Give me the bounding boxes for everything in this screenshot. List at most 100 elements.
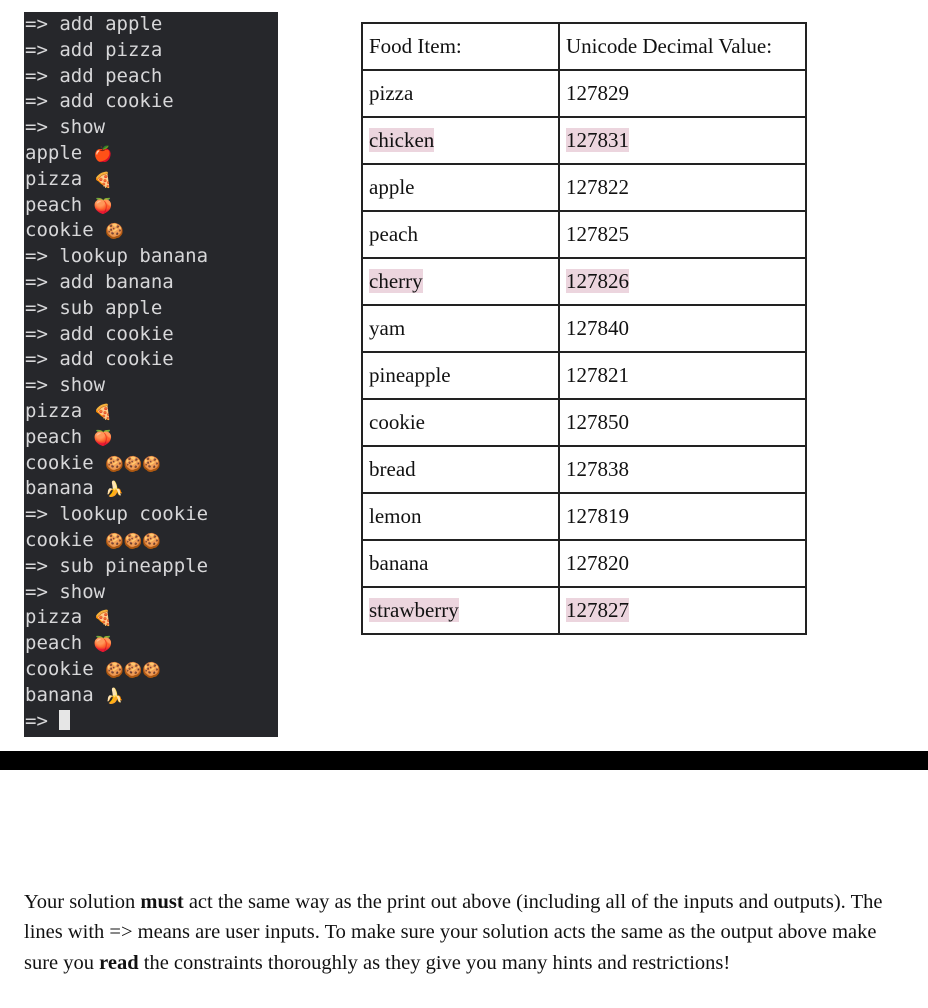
terminal-line: => add banana xyxy=(25,270,278,296)
table-row: cookie 127850 xyxy=(361,398,807,447)
terminal-line: banana 🍌 xyxy=(25,683,278,709)
unicode-value-cell: 127840 xyxy=(558,304,807,353)
terminal-line-text: banana xyxy=(25,477,106,500)
unicode-value-cell: 127829 xyxy=(558,69,807,118)
text-cursor xyxy=(59,709,71,730)
food-emoji-icon: 🍪🍪🍪 xyxy=(105,454,162,473)
terminal-line: => add peach xyxy=(25,64,278,90)
unicode-value: 127825 xyxy=(566,222,629,246)
food-item-cell: peach xyxy=(361,210,560,259)
unicode-value-cell: 127820 xyxy=(558,539,807,588)
food-unicode-table: Food Item: Unicode Decimal Value: pizza 1… xyxy=(361,22,807,635)
terminal-line: => show xyxy=(25,373,278,399)
food-item-name: cherry xyxy=(369,269,423,293)
terminal-line-text: cookie xyxy=(25,451,106,474)
unicode-value: 127838 xyxy=(566,457,629,481)
unicode-value: 127822 xyxy=(566,175,629,199)
terminal-line: => sub apple xyxy=(25,296,278,322)
header-food-item: Food Item: xyxy=(361,22,560,71)
terminal-line: => show xyxy=(25,580,278,606)
table-row: lemon 127819 xyxy=(361,492,807,541)
terminal-line-text: => add cookie xyxy=(25,322,174,345)
terminal-line-text: apple xyxy=(25,141,94,164)
terminal-line: => sub pineapple xyxy=(25,554,278,580)
food-item-cell: lemon xyxy=(361,492,560,541)
terminal-line-text: banana xyxy=(25,683,106,706)
unicode-value: 127850 xyxy=(566,410,629,434)
terminal-line: pizza 🍕 xyxy=(25,605,278,631)
food-emoji-icon: 🍕 xyxy=(93,170,113,189)
terminal-line: peach 🍑 xyxy=(25,425,278,451)
terminal-line: pizza 🍕 xyxy=(25,399,278,425)
unicode-value: 127829 xyxy=(566,81,629,105)
table-row: pineapple 127821 xyxy=(361,351,807,400)
terminal-line: => add cookie xyxy=(25,89,278,115)
terminal-line: peach 🍑 xyxy=(25,193,278,219)
food-item-cell: chicken xyxy=(361,116,560,165)
terminal-line-text: pizza xyxy=(25,399,94,422)
terminal-line: cookie 🍪 xyxy=(25,218,278,244)
unicode-value-cell: 127822 xyxy=(558,163,807,212)
terminal-line-text: => add cookie xyxy=(25,90,174,113)
terminal-line: apple 🍎 xyxy=(25,141,278,167)
food-item-name: cookie xyxy=(369,410,425,434)
terminal-line-text: => add banana xyxy=(25,270,174,293)
table-row: peach 127825 xyxy=(361,210,807,259)
terminal-line-text: => show xyxy=(25,580,106,603)
food-item-cell: cherry xyxy=(361,257,560,306)
terminal-line-text: => sub pineapple xyxy=(25,554,209,577)
table-header-row: Food Item: Unicode Decimal Value: xyxy=(361,22,807,71)
table-row: yam 127840 xyxy=(361,304,807,353)
instructions-paragraph: Your solution must act the same way as t… xyxy=(24,887,914,979)
food-emoji-icon: 🍕 xyxy=(93,402,113,421)
emphasis-read: read xyxy=(99,951,139,974)
unicode-value-cell: 127838 xyxy=(558,445,807,494)
terminal-line: pizza 🍕 xyxy=(25,167,278,193)
terminal-line-text: cookie xyxy=(25,528,106,551)
section-divider xyxy=(0,751,928,770)
food-emoji-icon: 🍪 xyxy=(105,222,124,241)
terminal-line: peach 🍑 xyxy=(25,631,278,657)
terminal-line-text: peach xyxy=(25,193,94,216)
unicode-value-cell: 127821 xyxy=(558,351,807,400)
terminal-line: => add cookie xyxy=(25,322,278,348)
prompt: => xyxy=(25,709,60,732)
food-item-name: strawberry xyxy=(369,598,459,622)
text-run: the constraints thoroughly as they give … xyxy=(138,951,731,974)
table-row: bread 127838 xyxy=(361,445,807,494)
unicode-value: 127821 xyxy=(566,363,629,387)
unicode-value: 127826 xyxy=(566,269,629,293)
unicode-value: 127831 xyxy=(566,128,629,152)
food-item-cell: yam xyxy=(361,304,560,353)
unicode-value-cell: 127819 xyxy=(558,492,807,541)
food-emoji-icon: 🍪🍪🍪 xyxy=(105,660,162,679)
terminal-line: => add cookie xyxy=(25,347,278,373)
terminal-line: => lookup banana xyxy=(25,244,278,270)
terminal-line: => show xyxy=(25,115,278,141)
food-emoji-icon: 🍑 xyxy=(93,428,113,447)
table-row: banana 127820 xyxy=(361,539,807,588)
terminal-line-text: => add peach xyxy=(25,64,163,87)
food-emoji-icon: 🍌 xyxy=(105,686,124,705)
food-item-cell: pineapple xyxy=(361,351,560,400)
food-item-name: banana xyxy=(369,551,429,575)
terminal-prompt-line[interactable]: => xyxy=(25,709,278,735)
terminal-line-text: => add cookie xyxy=(25,348,174,371)
unicode-value: 127820 xyxy=(566,551,629,575)
terminal-line-text: => sub apple xyxy=(25,296,163,319)
table-row: pizza 127829 xyxy=(361,69,807,118)
table-row: chicken 127831 xyxy=(361,116,807,165)
unicode-value: 127827 xyxy=(566,598,629,622)
unicode-value-cell: 127827 xyxy=(558,586,807,635)
terminal-line-text: => add apple xyxy=(25,13,163,35)
terminal-line-text: => lookup banana xyxy=(25,245,209,268)
food-item-name: bread xyxy=(369,457,416,481)
terminal-line-text: => lookup cookie xyxy=(25,503,209,526)
unicode-value-cell: 127850 xyxy=(558,398,807,447)
food-item-name: pineapple xyxy=(369,363,451,387)
unicode-value: 127819 xyxy=(566,504,629,528)
terminal-line-text: cookie xyxy=(25,219,106,242)
food-emoji-icon: 🍑 xyxy=(93,635,113,654)
food-item-cell: pizza xyxy=(361,69,560,118)
food-item-name: peach xyxy=(369,222,418,246)
